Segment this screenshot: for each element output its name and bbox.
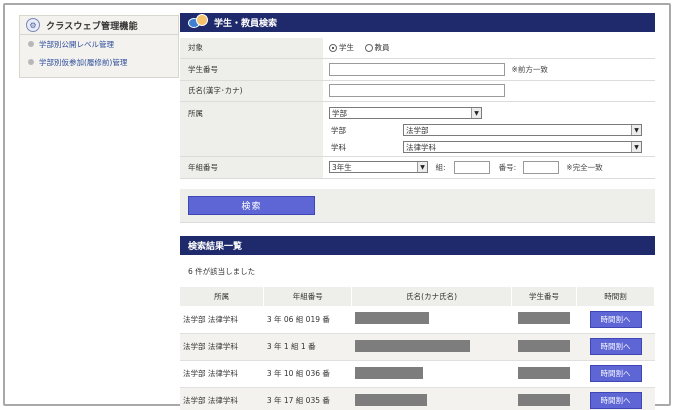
redacted-student-number [518, 393, 571, 406]
cell-grade: 3 年 1 組 1 番 [263, 333, 352, 361]
faculty-label: 学部 [331, 125, 346, 135]
chevron-down-icon[interactable]: ▼ [417, 162, 427, 172]
cell-grade: 3 年 17 組 035 番 [263, 387, 352, 410]
chevron-down-icon[interactable]: ▼ [631, 142, 641, 152]
class-input[interactable] [454, 160, 491, 174]
search-action-bar: 検索 [180, 189, 655, 223]
bullet-icon [28, 41, 34, 47]
search-form: 対象 学生 教員 学生番号 ※前方一致 氏名(漢字･カナ) 所属 学部 ▼ 学部 … [180, 38, 655, 179]
results-panel-header: 検索結果一覧 [180, 236, 655, 255]
grade-number-label: 年組番号 [180, 156, 323, 179]
col-timetable: 時間割 [576, 287, 655, 306]
student-number-input[interactable] [329, 62, 505, 76]
department-label: 学科 [331, 142, 346, 152]
student-number-label: 学生番号 [180, 58, 323, 81]
admin-sidebar: ⚙ クラスウェブ管理機能 学部別公開レベル管理 学部別仮参加(履修前)管理 [19, 15, 179, 78]
sidebar-item-label[interactable]: 学部別仮参加(履修前)管理 [39, 57, 127, 68]
col-student-number: 学生番号 [511, 287, 578, 306]
class-label: 組: [435, 162, 446, 172]
radio-student[interactable]: 学生 [329, 42, 354, 53]
grade-select[interactable]: 3年生 ▼ [329, 161, 428, 173]
sidebar-item-publish-level[interactable]: 学部別公開レベル管理 [20, 35, 178, 53]
table-row: 法学部 法律学科 3 年 06 組 019 番 時間割へ [180, 306, 655, 334]
search-button[interactable]: 検索 [188, 196, 315, 215]
col-name: 氏名(カナ氏名) [351, 287, 513, 306]
timetable-button[interactable]: 時間割へ [589, 310, 642, 328]
radio-checked-icon[interactable] [329, 43, 337, 52]
table-row: 法学部 法律学科 3 年 10 組 036 番 時間割へ [180, 360, 655, 388]
search-panel-title: 学生・教員検索 [214, 19, 278, 29]
number-input[interactable] [522, 160, 559, 174]
sidebar-header: ⚙ クラスウェブ管理機能 [20, 16, 178, 35]
name-label: 氏名(漢字･カナ) [180, 80, 323, 102]
target-label: 対象 [180, 38, 323, 59]
redacted-student-number [518, 339, 571, 352]
col-grade: 年組番号 [263, 287, 353, 306]
timetable-button[interactable]: 時間割へ [589, 392, 642, 409]
faculty-select[interactable]: 法学部 ▼ [403, 124, 642, 136]
cell-affiliation: 法学部 法律学科 [180, 360, 264, 388]
results-table: 所属 年組番号 氏名(カナ氏名) 学生番号 時間割 法学部 法律学科 3 年 0… [180, 287, 655, 410]
chevron-down-icon[interactable]: ▼ [471, 108, 481, 118]
cell-grade: 3 年 06 組 019 番 [263, 306, 352, 334]
prefix-match-hint: ※前方一致 [511, 64, 548, 74]
cell-affiliation: 法学部 法律学科 [180, 306, 264, 334]
sidebar-item-provisional[interactable]: 学部別仮参加(履修前)管理 [20, 53, 178, 71]
name-input[interactable] [329, 84, 505, 97]
result-count-message: 6 件が該当しました [188, 267, 256, 276]
cell-affiliation: 法学部 法律学科 [180, 333, 264, 361]
number-label: 番号: [498, 162, 517, 172]
col-affiliation: 所属 [180, 287, 265, 306]
gear-icon: ⚙ [26, 18, 40, 32]
affiliation-label: 所属 [180, 101, 323, 157]
redacted-name [354, 393, 427, 406]
chevron-down-icon[interactable]: ▼ [631, 125, 641, 135]
results-panel-title: 検索結果一覧 [188, 242, 243, 252]
redacted-name [354, 339, 470, 352]
users-icon [188, 13, 210, 33]
timetable-button[interactable]: 時間割へ [589, 338, 642, 355]
radio-unchecked-icon[interactable] [364, 43, 373, 52]
redacted-student-number [518, 312, 571, 325]
sidebar-item-label[interactable]: 学部別公開レベル管理 [39, 39, 114, 50]
sidebar-title: クラスウェブ管理機能 [46, 21, 138, 32]
timetable-button[interactable]: 時間割へ [589, 365, 642, 382]
cell-affiliation: 法学部 法律学科 [180, 387, 264, 410]
redacted-name [354, 366, 423, 379]
redacted-name [354, 312, 429, 325]
bullet-icon [28, 59, 34, 65]
department-select[interactable]: 法律学科 ▼ [403, 141, 642, 153]
redacted-student-number [518, 366, 571, 379]
search-panel-header: 学生・教員検索 [180, 13, 655, 32]
table-row: 法学部 法律学科 3 年 1 組 1 番 時間割へ [180, 333, 655, 361]
exact-match-hint: ※完全一致 [566, 162, 603, 172]
affiliation-type-select[interactable]: 学部 ▼ [329, 107, 482, 119]
cell-grade: 3 年 10 組 036 番 [263, 360, 352, 388]
table-row: 法学部 法律学科 3 年 17 組 035 番 時間割へ [180, 387, 655, 410]
radio-teacher[interactable]: 教員 [364, 42, 390, 53]
